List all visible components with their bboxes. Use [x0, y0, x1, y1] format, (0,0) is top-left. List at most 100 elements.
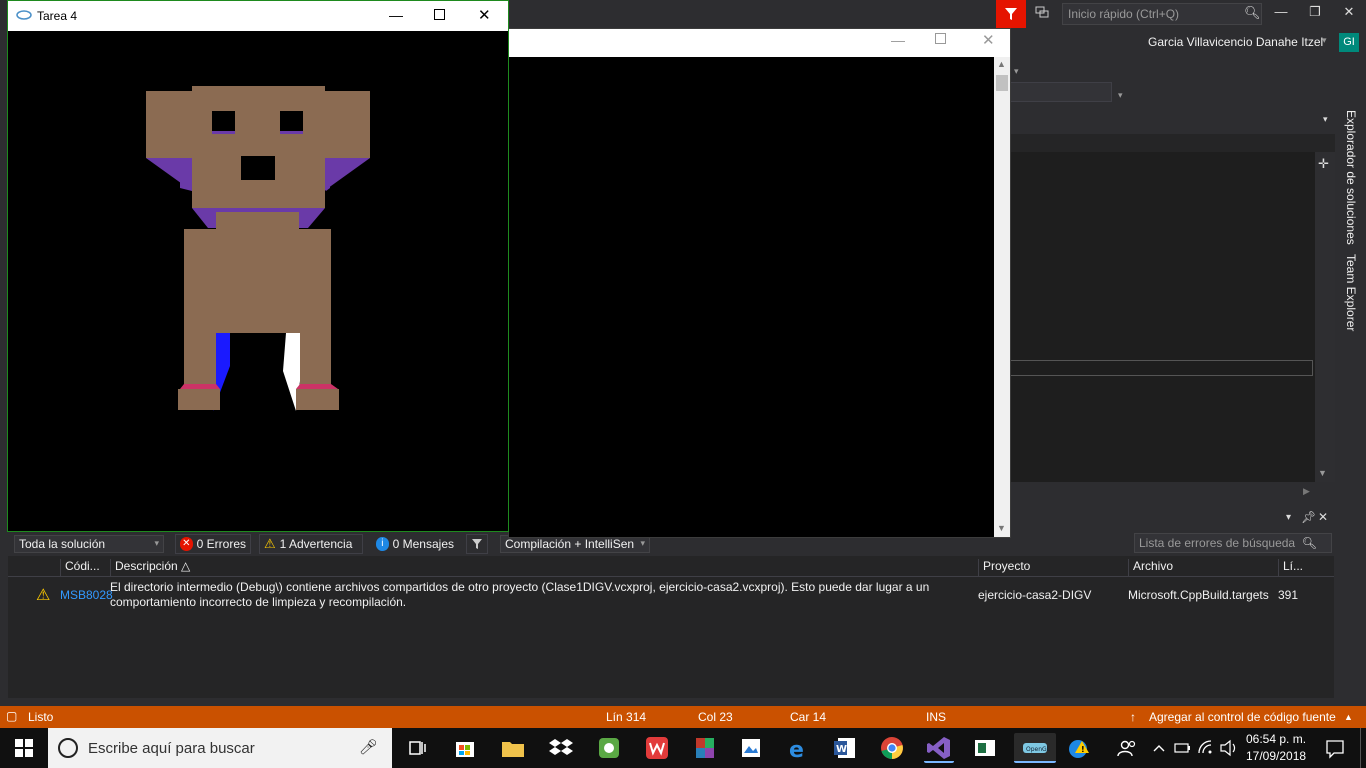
table-row[interactable]: ⚠ MSB8028 El directorio intermedio (Debu… — [8, 578, 1334, 614]
column-file[interactable]: Archivo — [1128, 559, 1278, 577]
console-title-bar: — ✕ — [509, 29, 1010, 57]
show-desktop-button[interactable] — [1360, 728, 1366, 768]
tab-solution-explorer[interactable]: Explorador de soluciones — [1344, 110, 1358, 245]
chevron-up-icon[interactable] — [1150, 733, 1168, 763]
column-project[interactable]: Proyecto — [978, 559, 1128, 577]
error-description-cont: comportamiento incorrecto de limpieza y … — [110, 595, 407, 609]
close-icon[interactable]: ✕ — [1318, 510, 1328, 524]
error-line: 391 — [1278, 588, 1299, 602]
notification-filter-icon[interactable] — [996, 0, 1026, 28]
app-icon — [16, 9, 32, 24]
pin-icon[interactable]: 📌︎ — [1301, 510, 1316, 524]
chrome-icon[interactable] — [877, 733, 907, 763]
chevron-down-icon[interactable]: ▾ — [1323, 114, 1328, 125]
word-icon[interactable]: W — [830, 733, 860, 763]
scroll-up-icon[interactable]: ▲ — [997, 59, 1006, 69]
arrow-up-icon[interactable]: ↑ — [1130, 710, 1136, 724]
updates-icon[interactable]: ! — [1064, 733, 1094, 763]
status-bar: ▢ Listo Lín 314 Col 23 Car 14 INS ↑ Agre… — [0, 706, 1366, 728]
scope-select[interactable]: Toda la solución ▾ — [14, 535, 164, 553]
people-icon[interactable] — [1112, 733, 1142, 763]
vertical-scrollbar[interactable] — [1315, 152, 1335, 482]
close-icon[interactable]: ✕ — [982, 31, 995, 49]
console-window — [508, 28, 1011, 538]
avatar[interactable]: GI — [1339, 33, 1359, 52]
chevron-right-icon[interactable]: ▶ — [1303, 486, 1310, 497]
code-line-highlight — [1010, 360, 1313, 376]
right-paw — [296, 389, 339, 410]
presentation-icon[interactable] — [970, 733, 1000, 763]
svg-text:W: W — [836, 744, 847, 755]
notifications-icon[interactable] — [1320, 733, 1350, 763]
editor-combo[interactable] — [1010, 82, 1112, 102]
feedback-icon[interactable] — [1032, 4, 1052, 24]
info-icon: i — [376, 537, 389, 551]
svg-text:!: ! — [1081, 745, 1085, 754]
minimize-icon[interactable]: — — [389, 7, 403, 23]
task-view-icon[interactable] — [402, 733, 432, 763]
battery-icon[interactable] — [1172, 733, 1192, 763]
windows-start-icon[interactable] — [0, 728, 48, 768]
column-code[interactable]: Códi... — [60, 559, 110, 577]
clock-date[interactable]: 17/09/2018 — [1246, 749, 1306, 763]
microphone-icon[interactable]: 🎤︎ — [359, 738, 378, 756]
messages-filter-button[interactable]: i 0 Mensajes — [371, 534, 459, 554]
warnings-filter-button[interactable]: ⚠ 1 Advertencia — [259, 534, 363, 554]
visual-studio-icon[interactable] — [924, 733, 954, 763]
split-icon[interactable]: ✛ — [1318, 156, 1329, 172]
caret-up-icon[interactable]: ▲ — [1344, 712, 1353, 722]
status-text: Listo — [28, 710, 54, 724]
minimize-icon[interactable]: — — [891, 32, 905, 48]
close-icon[interactable]: ✕ — [478, 6, 491, 24]
wps-office-icon[interactable] — [642, 733, 672, 763]
search-icon: 🔍︎ — [1301, 536, 1317, 550]
right-ear — [324, 91, 370, 158]
store-icon[interactable] — [450, 733, 480, 763]
side-tab-strip: Explorador de soluciones Team Explorer — [1338, 110, 1366, 370]
dog-nose — [241, 156, 275, 180]
taskbar-search-input[interactable]: Escribe aquí para buscar 🎤︎ — [48, 728, 392, 768]
errors-filter-button[interactable]: ✕ 0 Errores — [175, 534, 251, 554]
console-scrollbar[interactable]: ▲ ▼ — [994, 57, 1010, 537]
column-line[interactable]: Lí... — [1278, 559, 1334, 577]
error-code-link[interactable]: MSB8028 — [60, 588, 113, 602]
wifi-icon[interactable] — [1196, 733, 1216, 763]
dog-render-canvas — [8, 31, 508, 531]
clock-time[interactable]: 06:54 p. m. — [1246, 732, 1306, 746]
close-icon[interactable]: ✕ — [1334, 4, 1364, 24]
filter-icon[interactable] — [466, 534, 488, 554]
status-icon: ▢ — [6, 709, 18, 723]
scroll-thumb[interactable] — [996, 75, 1008, 91]
minimize-icon[interactable]: — — [1266, 4, 1296, 24]
edge-icon[interactable]: e — [783, 733, 813, 763]
chevron-down-icon[interactable]: ▾ — [1322, 35, 1327, 46]
code-panel — [1010, 152, 1315, 482]
dropbox-icon[interactable] — [546, 733, 576, 763]
user-name[interactable]: Garcia Villavicencio Danahe Itzel — [1148, 35, 1323, 49]
quick-launch-input[interactable]: Inicio rápido (Ctrl+Q) — [1062, 3, 1262, 25]
search-icon[interactable]: 🔍︎ — [1244, 5, 1261, 21]
opengl-app-icon[interactable]: OpenGL — [1014, 733, 1056, 763]
panel-header — [1010, 134, 1335, 152]
volume-icon[interactable] — [1218, 733, 1240, 763]
right-eye — [280, 111, 303, 133]
error-search-input[interactable]: Lista de errores de búsqueda 🔍︎ — [1134, 533, 1332, 553]
image-viewer-icon[interactable] — [736, 733, 766, 763]
status-line: Lín 314 — [606, 710, 647, 724]
evernote-icon[interactable] — [594, 733, 624, 763]
chevron-down-icon[interactable]: ▾ — [1286, 512, 1291, 523]
winrar-icon[interactable] — [690, 733, 720, 763]
restore-icon[interactable]: ❐ — [1300, 4, 1330, 24]
maximize-icon[interactable] — [434, 9, 445, 20]
chevron-down-icon[interactable]: ▾ — [1014, 66, 1019, 77]
file-explorer-icon[interactable] — [498, 733, 528, 763]
chevron-down-icon[interactable]: ▾ — [1118, 90, 1123, 101]
source-control-button[interactable]: Agregar al control de código fuente — [1149, 710, 1336, 724]
tab-team-explorer[interactable]: Team Explorer — [1344, 254, 1358, 331]
scroll-down-icon[interactable]: ▼ — [997, 523, 1006, 533]
column-description[interactable]: Descripción △ — [110, 559, 978, 577]
front-right-leg — [300, 329, 331, 384]
svg-text:e: e — [789, 738, 804, 763]
maximize-icon[interactable] — [935, 33, 946, 44]
chevron-down-icon[interactable]: ▼ — [1318, 468, 1327, 478]
